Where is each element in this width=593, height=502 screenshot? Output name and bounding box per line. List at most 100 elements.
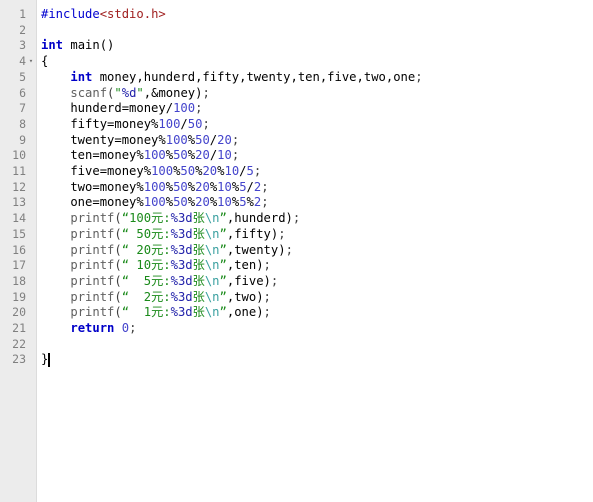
token: printf — [70, 242, 115, 257]
code-line-1[interactable]: #include<stdio.h> — [37, 7, 593, 23]
token: printf — [70, 273, 115, 288]
token: ; — [263, 305, 271, 320]
token: : — [163, 242, 171, 257]
code-line-text: printf(“ 50元:%3d张\n”,fifty); — [37, 226, 285, 243]
token: %3d — [170, 258, 193, 273]
code-line-3[interactable]: int main() — [37, 38, 593, 54]
code-line-13[interactable]: one=money%100%50%20%10%5%2; — [37, 195, 593, 211]
token: “ 50 — [121, 226, 152, 241]
code-line-6[interactable]: scanf("%d",&money); — [37, 86, 593, 102]
token: 张 — [192, 242, 205, 257]
token: 5 — [239, 195, 247, 210]
gutter-number-list: 1 2 3 4 5 6 7 8 9 10 11 12 13 14 15 16 17 18 19 20 21 22 23 ▾ — [0, 0, 36, 502]
token: 50 — [173, 195, 188, 210]
code-line-text: ten=money%100%50%20/10; — [37, 148, 239, 164]
code-line-9[interactable]: twenty=money%100%50/20; — [37, 133, 593, 149]
token: / — [180, 116, 188, 131]
code-line-text: printf(“ 2元:%3d张\n”,two); — [37, 290, 271, 306]
token: ( — [114, 226, 122, 241]
token: 元 — [151, 242, 164, 257]
token: %3d — [170, 305, 193, 320]
line-number-9: 9 — [19, 132, 26, 147]
token: scanf — [70, 85, 108, 100]
line-number-16: 16 — [12, 242, 26, 257]
code-line-2[interactable] — [37, 23, 593, 39]
token: \n — [204, 273, 220, 288]
line-number-11: 11 — [12, 164, 26, 178]
token: % — [246, 195, 254, 210]
code-line-20[interactable]: printf(“ 1元:%3d张\n”,one); — [37, 305, 593, 321]
code-line-7[interactable]: hunderd=money/100; — [37, 101, 593, 117]
code-content-area[interactable]: #include<stdio.h> int main(){ int money,… — [37, 0, 593, 502]
code-line-12[interactable]: two=money%100%50%20%10%5/2; — [37, 180, 593, 196]
token: ; — [415, 69, 423, 84]
code-line-18[interactable]: printf(“ 5元:%3d张\n”,five); — [37, 274, 593, 290]
token: ; — [261, 179, 269, 194]
token: 20 — [195, 179, 210, 194]
token: ( — [114, 305, 122, 320]
token: “100 — [121, 211, 152, 226]
token: “ 1 — [121, 305, 152, 320]
token: " — [136, 85, 144, 100]
code-line-8[interactable]: fifty=money%100/50; — [37, 117, 593, 133]
token: 元 — [151, 273, 164, 288]
token: money,hunderd,fifty,twenty,ten,five,two,… — [92, 69, 416, 84]
code-editor[interactable]: 1 2 3 4 5 6 7 8 9 10 11 12 13 14 15 16 17 18 19 20 21 22 23 ▾ #… — [0, 0, 593, 502]
token: 50 — [173, 148, 188, 163]
token: 10 — [217, 148, 232, 163]
code-line-21[interactable]: return 0; — [37, 321, 593, 337]
code-line-16[interactable]: printf(“ 20元:%3d张\n”,twenty); — [37, 243, 593, 259]
token: %3d — [170, 289, 193, 304]
code-line-10[interactable]: ten=money%100%50%20/10; — [37, 148, 593, 164]
token: #include — [41, 7, 100, 21]
token: 元 — [151, 258, 164, 273]
token: 张 — [192, 273, 205, 288]
token: %3d — [170, 226, 193, 241]
token: ; — [195, 101, 203, 116]
token: \n — [204, 211, 220, 226]
code-line-15[interactable]: printf(“ 50元:%3d张\n”,fifty); — [37, 227, 593, 243]
token: 元 — [151, 226, 164, 241]
token: : — [163, 273, 171, 288]
text-caret — [48, 353, 50, 368]
token: ; — [263, 258, 271, 273]
token: printf — [70, 226, 115, 241]
token: ,twenty) — [226, 242, 286, 257]
token: main() — [63, 38, 115, 53]
code-line-text: hunderd=money/100; — [37, 101, 202, 117]
code-line-11[interactable]: five=money%100%50%20%10/5; — [37, 164, 593, 180]
token: two=money% — [41, 179, 144, 194]
token: ; — [231, 148, 240, 163]
code-line-4[interactable]: { — [37, 54, 593, 70]
line-number-1: 1 — [19, 7, 26, 21]
code-line-text: printf(“ 20元:%3d张\n”,twenty); — [37, 243, 293, 259]
line-number-13: 13 — [12, 195, 26, 210]
token: " — [114, 85, 122, 100]
code-line-5[interactable]: int money,hunderd,fifty,twenty,ten,five,… — [37, 70, 593, 86]
code-line-22[interactable] — [37, 337, 593, 353]
code-line-17[interactable]: printf(“ 10元:%3d张\n”,ten); — [37, 258, 593, 274]
token: ; — [202, 116, 210, 131]
token: 100 — [143, 195, 166, 210]
code-line-19[interactable]: printf(“ 2元:%3d张\n”,two); — [37, 290, 593, 306]
line-number-21: 21 — [12, 321, 26, 335]
token: 50 — [180, 164, 196, 178]
token: 10 — [224, 164, 240, 178]
code-line-text: printf(“ 5元:%3d张\n”,five); — [37, 274, 278, 290]
line-number-12: 12 — [12, 179, 26, 194]
fold-collapse-icon[interactable]: ▾ — [26, 54, 36, 70]
token: five=money% — [41, 164, 152, 178]
line-number-22: 22 — [12, 336, 26, 351]
token: “ 5 — [121, 273, 152, 288]
code-line-23[interactable]: } — [37, 352, 593, 368]
token: ” — [219, 305, 227, 320]
code-line-14[interactable]: printf(“100元:%3d张\n”,hunderd); — [37, 211, 593, 227]
line-number-15: 15 — [12, 226, 26, 241]
token: ; — [129, 321, 137, 335]
token: ,one) — [226, 305, 264, 320]
token: ,&money) — [143, 85, 203, 100]
token: %3d — [170, 273, 193, 288]
